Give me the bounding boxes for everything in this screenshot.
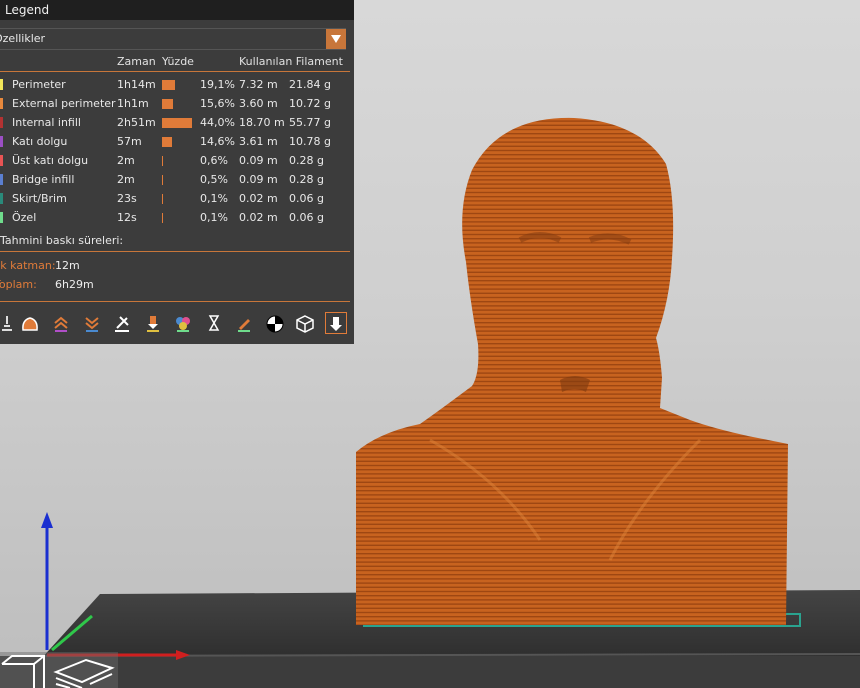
shells-icon[interactable] bbox=[294, 312, 316, 334]
column-header-used-filament: Kullanılan Filament bbox=[239, 55, 343, 68]
color-swatch bbox=[0, 212, 3, 223]
feature-time: 2m bbox=[117, 154, 135, 167]
feature-time: 1h1m bbox=[117, 97, 149, 110]
feature-time: 2m bbox=[117, 173, 135, 186]
header-divider bbox=[0, 71, 350, 72]
feature-name: Üst katı dolgu bbox=[12, 154, 89, 167]
center-of-gravity-icon[interactable] bbox=[264, 312, 286, 334]
percent-bar bbox=[162, 156, 163, 166]
feature-name: External perimeter bbox=[12, 97, 116, 110]
feature-length: 18.70 m bbox=[239, 116, 285, 129]
total-value: 6h29m bbox=[55, 278, 94, 291]
total-label: Toplam: bbox=[0, 278, 37, 291]
custom-gcode-icon[interactable] bbox=[233, 312, 255, 334]
travel-icon[interactable] bbox=[0, 312, 18, 334]
legend-row[interactable]: Skirt/Brim 23s 0,1% 0.02 m 0.06 g bbox=[0, 189, 354, 208]
feature-percent: 0,6% bbox=[200, 154, 228, 167]
percent-bar bbox=[162, 99, 173, 109]
legend-title: Legend bbox=[0, 0, 354, 20]
view-type-value: Özellikler bbox=[0, 32, 46, 45]
feature-percent: 14,6% bbox=[200, 135, 235, 148]
retractions-icon[interactable] bbox=[50, 312, 72, 334]
feature-percent: 0,5% bbox=[200, 173, 228, 186]
feature-length: 3.60 m bbox=[239, 97, 278, 110]
color-changes-icon[interactable] bbox=[172, 312, 194, 334]
feature-length: 3.61 m bbox=[239, 135, 278, 148]
tool-changes-icon[interactable] bbox=[142, 312, 164, 334]
color-swatch bbox=[0, 117, 3, 128]
color-swatch bbox=[0, 174, 3, 185]
feature-weight: 55.77 g bbox=[289, 116, 331, 129]
divider bbox=[0, 251, 350, 252]
bed-edge bbox=[0, 656, 860, 688]
color-swatch bbox=[0, 155, 3, 166]
feature-time: 12s bbox=[117, 211, 137, 224]
tool-marker-icon[interactable] bbox=[325, 312, 347, 334]
color-swatch bbox=[0, 193, 3, 204]
feature-name: Bridge infill bbox=[12, 173, 75, 186]
feature-length: 0.02 m bbox=[239, 211, 278, 224]
view-type-select[interactable]: Özellikler bbox=[0, 28, 346, 50]
legend-toolbar bbox=[0, 312, 354, 336]
feature-name: Skirt/Brim bbox=[12, 192, 67, 205]
feature-percent: 15,6% bbox=[200, 97, 235, 110]
feature-weight: 0.06 g bbox=[289, 192, 324, 205]
percent-bar bbox=[162, 194, 163, 204]
column-header-percent: Yüzde bbox=[162, 55, 194, 68]
color-swatch bbox=[0, 98, 3, 109]
sliced-bust-model bbox=[356, 117, 788, 625]
percent-bar bbox=[162, 80, 175, 90]
legend-row[interactable]: Üst katı dolgu 2m 0,6% 0.09 m 0.28 g bbox=[0, 151, 354, 170]
pause-icon[interactable] bbox=[203, 312, 225, 334]
column-header-time: Zaman bbox=[117, 55, 156, 68]
feature-weight: 0.28 g bbox=[289, 173, 324, 186]
wipe-icon[interactable] bbox=[19, 312, 41, 334]
legend-row[interactable]: Katı dolgu 57m 14,6% 3.61 m 10.78 g bbox=[0, 132, 354, 151]
feature-name: Internal infill bbox=[12, 116, 81, 129]
percent-bar bbox=[162, 175, 163, 185]
legend-row[interactable]: Internal infill 2h51m 44,0% 18.70 m 55.77 g bbox=[0, 113, 354, 132]
feature-time: 23s bbox=[117, 192, 137, 205]
feature-weight: 21.84 g bbox=[289, 78, 331, 91]
feature-percent: 0,1% bbox=[200, 211, 228, 224]
color-swatch bbox=[0, 136, 3, 147]
deretractions-icon[interactable] bbox=[81, 312, 103, 334]
seams-icon[interactable] bbox=[111, 312, 133, 334]
feature-percent: 44,0% bbox=[200, 116, 235, 129]
divider bbox=[0, 301, 350, 302]
feature-name: Katı dolgu bbox=[12, 135, 68, 148]
feature-weight: 10.72 g bbox=[289, 97, 331, 110]
legend-row[interactable]: Özel 12s 0,1% 0.02 m 0.06 g bbox=[0, 208, 354, 227]
feature-time: 2h51m bbox=[117, 116, 156, 129]
percent-bar bbox=[162, 213, 163, 223]
legend-row[interactable]: External perimeter 1h1m 15,6% 3.60 m 10.72 g bbox=[0, 94, 354, 113]
feature-percent: 19,1% bbox=[200, 78, 235, 91]
feature-percent: 0,1% bbox=[200, 192, 228, 205]
color-swatch bbox=[0, 79, 3, 90]
feature-weight: 0.28 g bbox=[289, 154, 324, 167]
feature-name: Perimeter bbox=[12, 78, 66, 91]
percent-bar bbox=[162, 118, 192, 128]
percent-bar bbox=[162, 137, 172, 147]
dropdown-arrow-icon[interactable] bbox=[326, 29, 346, 49]
first-layer-value: 12m bbox=[55, 259, 80, 272]
feature-length: 7.32 m bbox=[239, 78, 278, 91]
estimate-title: Tahmini baskı süreleri: bbox=[0, 234, 124, 247]
feature-weight: 0.06 g bbox=[289, 211, 324, 224]
legend-panel: Legend Özellikler Zaman Yüzde Kullanılan… bbox=[0, 0, 354, 344]
first-layer-label: İlk katman: bbox=[0, 259, 56, 272]
feature-name: Özel bbox=[12, 211, 37, 224]
feature-weight: 10.78 g bbox=[289, 135, 331, 148]
feature-length: 0.09 m bbox=[239, 154, 278, 167]
legend-row[interactable]: Perimeter 1h14m 19,1% 7.32 m 21.84 g bbox=[0, 75, 354, 94]
legend-row[interactable]: Bridge infill 2m 0,5% 0.09 m 0.28 g bbox=[0, 170, 354, 189]
feature-time: 57m bbox=[117, 135, 142, 148]
feature-length: 0.02 m bbox=[239, 192, 278, 205]
feature-time: 1h14m bbox=[117, 78, 156, 91]
feature-length: 0.09 m bbox=[239, 173, 278, 186]
